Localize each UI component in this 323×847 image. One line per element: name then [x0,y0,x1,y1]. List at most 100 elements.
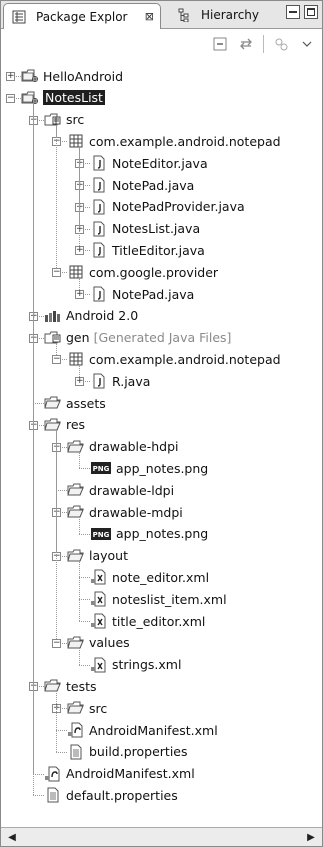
tree-item-helloandroid[interactable]: HelloAndroid [21,65,123,87]
text-file-icon [67,744,85,760]
filter-icon [275,38,288,51]
tree-item-label: src [89,700,108,716]
tree-item-label: drawable-ldpi [89,482,175,498]
tree-item-gen[interactable]: gen [Generated Java Files] [44,327,231,349]
tree-item-label: layout [89,548,129,564]
tree-item-android20[interactable]: Android 2.0 [44,305,138,327]
collapse-icon[interactable]: − [6,93,15,103]
tree-connector [56,490,67,492]
tab-hierarchy[interactable]: Hierarchy [169,3,284,27]
view-menu-button[interactable] [298,35,316,53]
tree-item-label: NoteEditor.java [112,155,208,171]
java-file-icon [90,373,108,389]
link-with-editor-icon [240,38,252,50]
tree-item-gen-pkg[interactable]: com.example.android.notepad [67,348,281,370]
expand-icon[interactable]: + [6,72,15,81]
package-explorer-view: Package Explor ⊠ Hierarchy + HelloAndroid [0,0,323,847]
tree-item-note-editor-xml[interactable]: note_editor.xml [90,566,209,588]
tree-item-app-notes-mdpi[interactable]: PNG app_notes.png [90,523,208,545]
tab-package-explorer[interactable]: Package Explor ⊠ [3,3,161,29]
tree-item-build-properties[interactable]: build.properties [67,741,188,763]
tree-item-label: HelloAndroid [43,68,124,84]
tree-item-label: app_notes.png [116,460,209,476]
project-icon [21,68,39,84]
hierarchy-icon [175,7,193,23]
view-menu-extra-button[interactable] [272,35,290,53]
tree-connector [79,577,90,579]
tree-item-drawable-ldpi[interactable]: drawable-ldpi [67,479,174,501]
tree-item-notepad2[interactable]: NotePad.java [90,283,194,305]
tree-item-noteslistjava[interactable]: NotesList.java [90,218,200,240]
tree-item-tests[interactable]: tests [44,675,97,697]
scroll-left-icon[interactable]: ◀ [5,830,19,844]
collapse-icon[interactable]: − [52,638,61,648]
folder-icon [67,700,85,716]
tree-item-label: TitleEditor.java [112,242,205,258]
project-icon [21,90,39,106]
java-file-icon [90,286,108,302]
tree-item-drawable-hdpi[interactable]: drawable-hdpi [67,436,179,458]
tree-item-label: NotesList.java [112,221,201,237]
expand-icon[interactable]: + [75,290,84,299]
tree-item-tests-manifest[interactable]: AndroidManifest.xml [67,719,218,741]
java-file-icon [90,242,108,258]
tree-item-titleeditor[interactable]: TitleEditor.java [90,239,205,261]
tree-item-label: note_editor.xml [112,569,210,585]
tree-item-label: assets [66,395,106,411]
tree-item-pkg-google[interactable]: com.google.provider [67,261,218,283]
tree-item-tests-src[interactable]: src [67,697,107,719]
maximize-button[interactable] [304,5,318,19]
minimize-button[interactable] [286,5,300,19]
tree-connector [79,468,90,470]
tree-item-assets[interactable]: assets [44,392,106,414]
tree-item-label: NotePadProvider.java [112,199,245,215]
tree-connector [33,773,44,775]
folder-icon [44,417,62,433]
tree-item-layout[interactable]: layout [67,545,128,567]
package-explorer-icon [10,9,28,25]
collapse-all-icon [213,37,227,51]
java-file-icon [90,199,108,215]
close-tab-icon[interactable]: ⊠ [145,10,154,23]
tree-item-strings-xml[interactable]: strings.xml [90,654,181,676]
tree-item-noteeditor[interactable]: NoteEditor.java [90,152,208,174]
project-tree: + HelloAndroid − NotesList − src − com.example.… [1,65,322,815]
svg-text:PNG: PNG [93,531,110,539]
tree-connector [33,102,34,796]
view-window-controls [286,5,318,19]
tree-connector [33,795,44,797]
link-with-editor-button[interactable] [237,35,255,53]
tree-connector [79,146,80,251]
toolbar-separator [263,35,264,53]
horizontal-scrollbar[interactable]: ◀ ▶ [1,827,322,846]
tree-item-noteslist-item-xml[interactable]: noteslist_item.xml [90,588,227,610]
tree-item-notepad[interactable]: NotePad.java [90,174,194,196]
tree-connector [56,429,57,643]
collapse-icon[interactable]: − [52,268,61,278]
tree-item-res[interactable]: res [44,414,85,436]
collapse-all-button[interactable] [211,35,229,53]
svg-text:PNG: PNG [93,465,110,473]
tree-item-label: gen [66,330,90,346]
tree-item-values[interactable]: values [67,632,130,654]
tree-item-label: com.example.android.notepad [89,133,281,149]
tree-item-label: com.google.provider [89,264,219,280]
tree-item-label: R.java [112,373,151,389]
tree-item-src[interactable]: src [44,109,84,131]
tree-item-title-editor-xml[interactable]: title_editor.xml [90,610,205,632]
tree-item-label: NotePad.java [112,286,195,302]
tree-item-default-properties[interactable]: default.properties [44,784,178,806]
tree-item-manifest[interactable]: AndroidManifest.xml [44,763,195,785]
tree-item-pkg-notepad[interactable]: com.example.android.notepad [67,130,281,152]
scrollbar-track[interactable] [23,831,300,843]
collapse-icon[interactable]: − [52,355,61,365]
scroll-right-icon[interactable]: ▶ [304,830,318,844]
tree-item-label: Android 2.0 [66,308,139,324]
expand-icon[interactable]: + [75,246,84,256]
png-file-icon: PNG [90,460,112,476]
expand-icon[interactable]: + [75,377,84,387]
tree-item-notepadprovider[interactable]: NotePadProvider.java [90,196,245,218]
tree-item-app-notes-hdpi[interactable]: PNG app_notes.png [90,457,208,479]
tree-item-drawable-mdpi[interactable]: drawable-mdpi [67,501,183,523]
tree-item-rjava[interactable]: R.java [90,370,150,392]
